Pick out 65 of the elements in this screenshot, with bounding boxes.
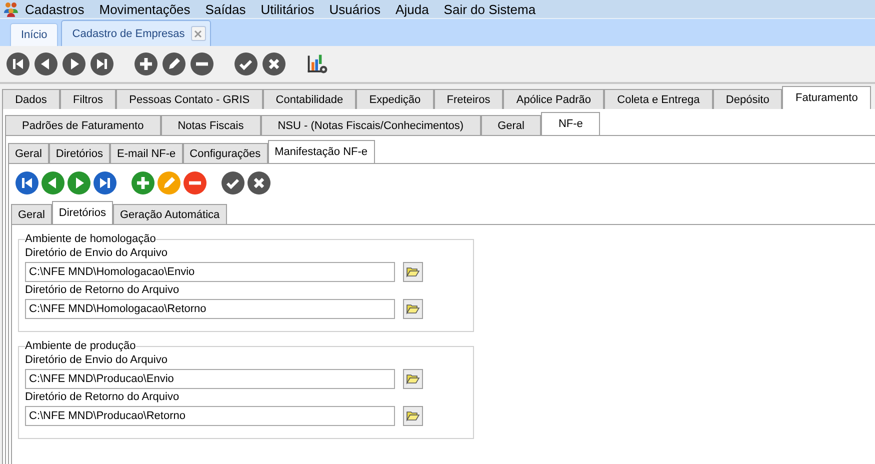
input-field[interactable]: C:\NFE MND\Producao\Envio <box>25 369 395 389</box>
checkmark-icon[interactable] <box>234 52 258 76</box>
folder-icon[interactable] <box>403 369 423 389</box>
tab[interactable]: Diretórios <box>48 143 110 163</box>
field-label: Diretório de Retorno do Arquivo <box>25 284 180 296</box>
field-label: Diretório de Envio do Arquivo <box>25 354 168 366</box>
first-record-icon[interactable] <box>15 171 39 195</box>
menu-item[interactable]: Cadastros <box>25 2 84 16</box>
tab[interactable]: Faturamento <box>782 86 871 109</box>
tab[interactable]: Depósito <box>712 89 782 109</box>
menu-item[interactable]: Usuários <box>329 2 381 16</box>
minus-icon[interactable] <box>190 52 214 76</box>
tab[interactable]: Geral <box>11 204 52 224</box>
tab[interactable]: Geral <box>480 115 542 135</box>
minus-icon[interactable] <box>183 171 207 195</box>
next-icon[interactable] <box>62 52 86 76</box>
tab[interactable]: Diretórios <box>52 201 113 224</box>
next-icon[interactable] <box>67 171 91 195</box>
tab[interactable]: Expedição <box>356 89 434 109</box>
tab[interactable]: NSU - (Notas Fiscais/Conhecimentos) <box>260 115 481 135</box>
folder-icon[interactable] <box>403 262 423 282</box>
last-record-icon[interactable] <box>93 171 117 195</box>
input-field[interactable]: C:\NFE MND\Homologacao\Retorno <box>25 299 395 319</box>
group-title: Ambiente de homologação <box>25 233 156 245</box>
folder-icon[interactable] <box>403 299 423 319</box>
tab[interactable]: Notas Fiscais <box>160 115 261 135</box>
tab[interactable]: E-mail NF-e <box>110 143 183 163</box>
first-record-icon[interactable] <box>6 52 30 76</box>
close-icon[interactable] <box>247 171 271 195</box>
previous-icon[interactable] <box>41 171 65 195</box>
menu-item[interactable]: Ajuda <box>396 2 429 16</box>
checkmark-icon[interactable] <box>221 171 245 195</box>
previous-icon[interactable] <box>34 52 58 76</box>
tab[interactable]: Apólice Padrão <box>503 89 604 109</box>
tab[interactable]: Contabilidade <box>262 89 356 109</box>
field-label: Diretório de Envio do Arquivo <box>25 247 168 259</box>
menu-item[interactable]: Saídas <box>205 2 246 16</box>
last-record-icon[interactable] <box>90 52 114 76</box>
menu-item[interactable]: Utilitários <box>260 2 314 16</box>
document-tab[interactable]: Cadastro de Empresas <box>61 20 211 46</box>
menu-item[interactable]: Sair do Sistema <box>444 2 536 16</box>
pencil-icon[interactable] <box>162 52 186 76</box>
tab[interactable]: Padrões de Faturamento <box>5 115 161 135</box>
field-label: Diretório de Retorno do Arquivo <box>25 391 180 403</box>
tab[interactable]: Coleta e Entrega <box>604 89 713 109</box>
input-field[interactable]: C:\NFE MND\Producao\Retorno <box>25 406 395 426</box>
tab[interactable]: NF-e <box>541 112 600 135</box>
document-tab[interactable]: Início <box>10 23 58 46</box>
tab[interactable]: Configurações <box>182 143 268 163</box>
folder-icon[interactable] <box>403 406 423 426</box>
tab[interactable]: Dados <box>2 89 60 109</box>
tab[interactable]: Manifestação NF-e <box>268 140 375 163</box>
tab[interactable]: Freteiros <box>434 89 504 109</box>
close-icon[interactable] <box>262 52 286 76</box>
add-icon[interactable] <box>134 52 158 76</box>
input-field[interactable]: C:\NFE MND\Homologacao\Envio <box>25 262 395 282</box>
tab[interactable]: Geração Automática <box>112 204 227 224</box>
group-title: Ambiente de produção <box>25 340 136 352</box>
menu-item[interactable]: Movimentações <box>99 2 190 16</box>
tab[interactable]: Geral <box>8 143 49 163</box>
tab[interactable]: Pessoas Contato - GRIS <box>116 89 263 109</box>
people-icon <box>3 1 19 17</box>
tab[interactable]: Filtros <box>60 89 116 109</box>
chart-settings-icon[interactable] <box>306 52 330 76</box>
add-icon[interactable] <box>131 171 155 195</box>
